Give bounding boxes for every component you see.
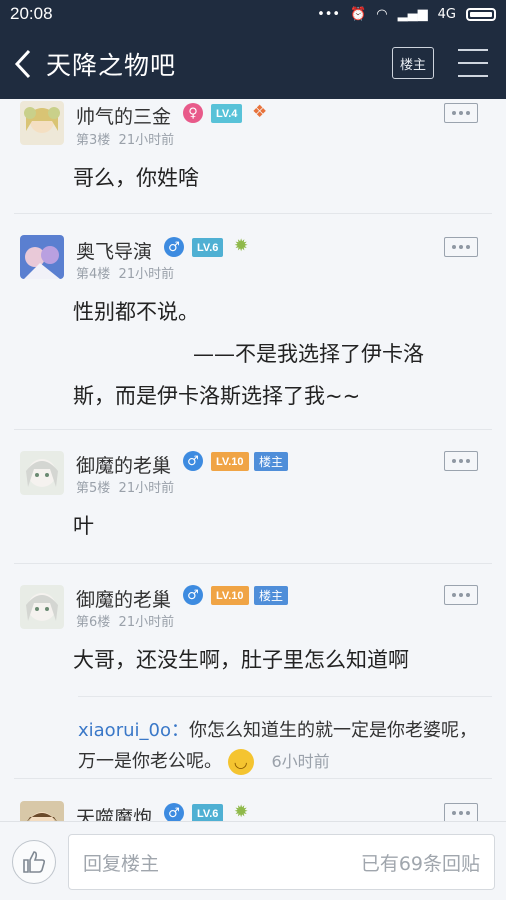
battery-icon	[466, 7, 496, 21]
avatar[interactable]	[20, 101, 64, 145]
sub-reply-time: 6小时前	[271, 752, 330, 771]
post-meta: 第4楼 21小时前	[76, 267, 175, 282]
back-button[interactable]	[0, 28, 46, 99]
owner-only-button[interactable]: 楼主	[392, 47, 434, 79]
male-icon: ♂	[183, 585, 203, 605]
username[interactable]: 奥飞导演	[76, 237, 152, 264]
sub-reply-text: xiaorui_0o：你怎么知道生的就一定是你老婆呢，万一是你老公呢。 ◡ 6小…	[78, 715, 478, 777]
medal-icon: ✹	[234, 236, 249, 256]
app-bar: 天降之物吧 楼主	[0, 28, 506, 99]
male-icon: ♂	[164, 237, 184, 257]
level-badge: LV.4	[211, 104, 243, 123]
forum-title: 天降之物吧	[46, 50, 177, 80]
reply-placeholder: 回复楼主	[83, 852, 160, 875]
avatar-image	[20, 235, 64, 279]
menu-icon[interactable]	[458, 49, 488, 77]
male-icon: ♂	[164, 803, 184, 821]
divider	[14, 429, 492, 430]
owner-tag: 楼主	[254, 452, 289, 471]
back-arrow-icon	[14, 49, 31, 78]
avatar[interactable]	[20, 235, 64, 279]
more-options-button[interactable]	[444, 103, 478, 123]
username[interactable]: 御魔的老巢	[76, 585, 171, 612]
username[interactable]: 帅气的三金	[76, 102, 171, 129]
sub-reply-user[interactable]: xiaorui_0o	[78, 720, 171, 741]
level-badge: LV.10	[211, 586, 249, 605]
avatar-image	[20, 585, 64, 629]
network-type: 4G	[437, 6, 456, 22]
avatar[interactable]	[20, 451, 64, 495]
like-button[interactable]	[12, 840, 56, 884]
female-icon: ♀	[183, 103, 203, 123]
avatar-image	[20, 451, 64, 495]
more-options-button[interactable]	[444, 803, 478, 821]
status-icons: ••• ⏰ ◠ ▂▄▆ 4G	[317, 7, 496, 22]
post-list: 帅气的三金 ♀ LV.4 ❖ 第3楼 21小时前 哥么，你姓啥 奥飞导演 ♂ L…	[0, 99, 506, 821]
alarm-icon: ⏰	[350, 6, 367, 22]
avatar-image	[20, 101, 64, 145]
level-badge: LV.10	[211, 452, 249, 471]
username[interactable]: 天噬魔炮	[76, 803, 152, 821]
thumbs-up-icon	[23, 851, 46, 873]
smile-emoji-icon: ◡	[227, 749, 254, 775]
username[interactable]: 御魔的老巢	[76, 451, 171, 478]
post-meta: 第6楼 21小时前	[76, 615, 175, 630]
more-options-button[interactable]	[444, 237, 478, 257]
male-icon: ♂	[183, 451, 203, 471]
owner-tag: 楼主	[254, 586, 289, 605]
medal-icon: ✹	[234, 802, 249, 821]
badge-icon: ❖	[252, 102, 268, 122]
post-meta: 第5楼 21小时前	[76, 481, 175, 496]
post-content: 哥么，你姓啥	[73, 166, 199, 190]
reply-count: 已有69条回贴	[360, 852, 480, 875]
post-content: 大哥，还没生啊，肚子里怎么知道啊	[73, 648, 409, 672]
signal-icon: ▂▄▆	[397, 6, 428, 22]
more-dots-icon: •••	[317, 6, 341, 22]
divider	[14, 563, 492, 564]
bottom-bar: 回复楼主 已有69条回贴	[0, 821, 506, 900]
reply-input[interactable]: 回复楼主 已有69条回贴	[68, 834, 495, 890]
status-time: 20:08	[10, 4, 53, 23]
more-options-button[interactable]	[444, 451, 478, 471]
status-bar: 20:08 ••• ⏰ ◠ ▂▄▆ 4G	[0, 0, 506, 28]
post-meta: 第3楼 21小时前	[76, 133, 175, 148]
level-badge: LV.6	[192, 238, 224, 257]
sub-reply[interactable]: xiaorui_0o：你怎么知道生的就一定是你老婆呢，万一是你老公呢。 ◡ 6小…	[78, 696, 492, 776]
divider	[14, 213, 492, 214]
post-content: 叶	[73, 514, 94, 538]
more-options-button[interactable]	[444, 585, 478, 605]
wifi-icon: ◠	[376, 6, 388, 22]
avatar[interactable]	[20, 801, 64, 821]
avatar[interactable]	[20, 585, 64, 629]
divider	[14, 778, 492, 779]
level-badge: LV.6	[192, 804, 224, 821]
post-content: 性别都不说。 ——不是我选择了伊卡洛 斯，而是伊卡洛斯选择了我~~	[73, 300, 424, 408]
avatar-image	[20, 801, 64, 821]
